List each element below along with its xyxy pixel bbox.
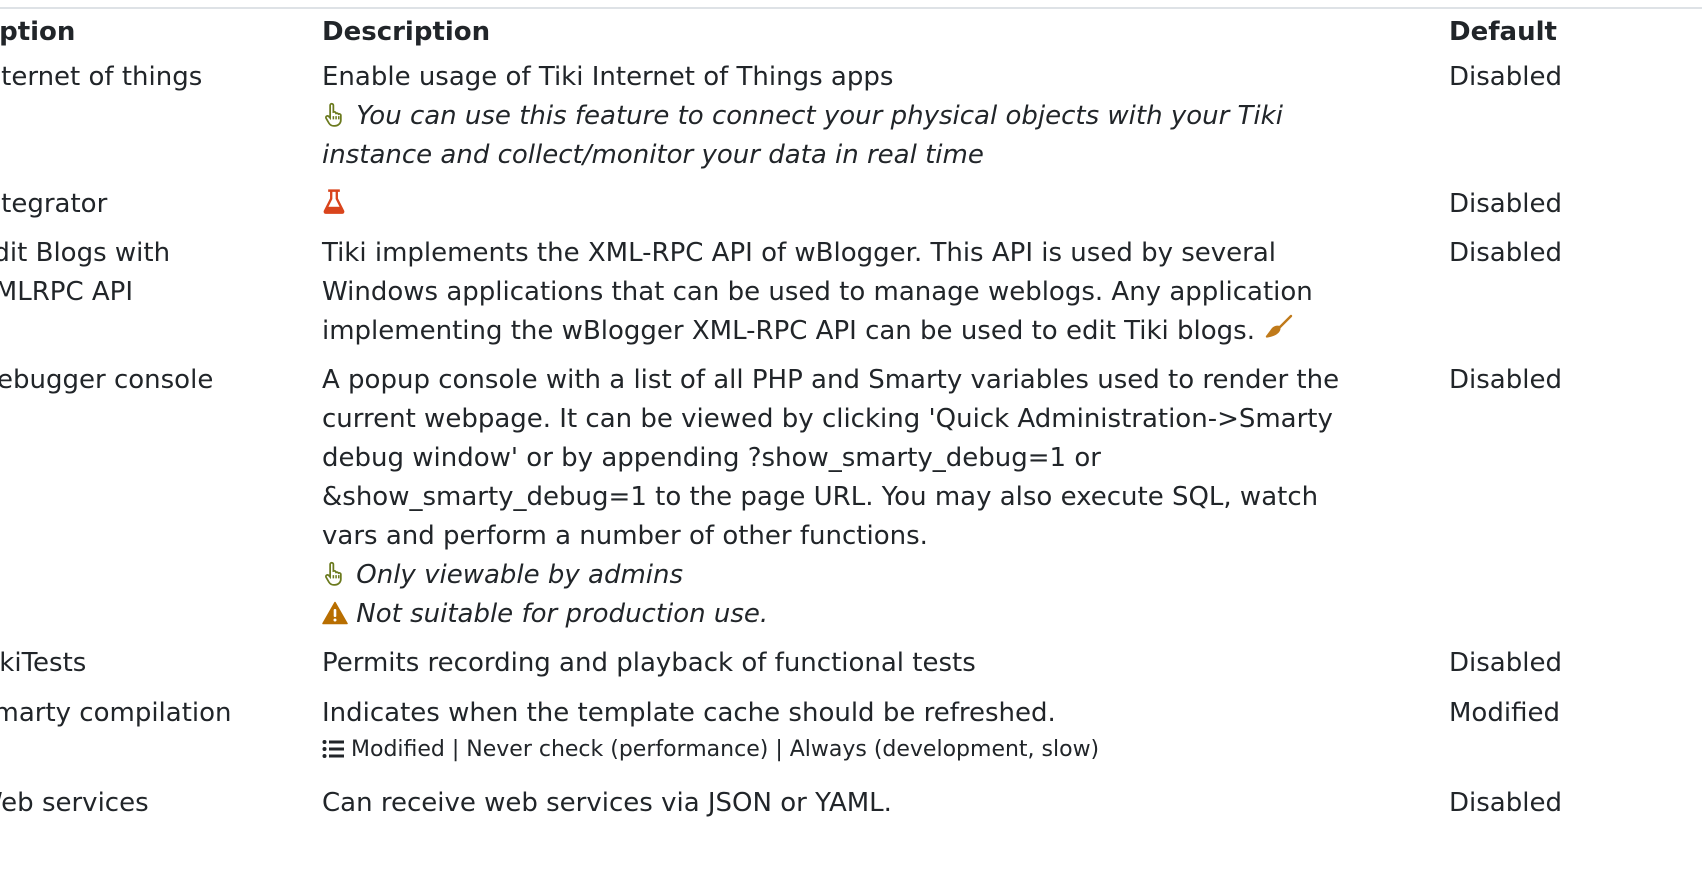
option-description: Can receive web services via JSON or YAM… [322, 788, 892, 818]
option-name-line-2: XMLRPC API [0, 277, 134, 307]
option-default: Disabled [1449, 62, 1562, 92]
table-row: Smarty compilation Indicates when the te… [0, 694, 1702, 784]
description-line: &show_smarty_debug=1 to the page URL. Yo… [322, 482, 1319, 512]
option-name: Integrator [0, 189, 108, 219]
description-line-text: implementing the wBlogger XML-RPC API ca… [322, 316, 1255, 346]
option-default: Disabled [1449, 365, 1562, 395]
header-option: Option [0, 17, 76, 47]
option-default: Modified [1449, 698, 1560, 728]
option-name-line-1: Edit Blogs with [0, 238, 171, 268]
admin-note: Only viewable by admins [322, 556, 1449, 595]
note-line-2: instance and collect/monitor your data i… [322, 140, 984, 170]
option-name: Internet of things [0, 62, 203, 92]
option-default: Disabled [1449, 788, 1562, 818]
description-line: vars and perform a number of other funct… [322, 521, 928, 551]
option-description: Permits recording and playback of functi… [322, 648, 976, 678]
table-row: TikiTests Permits recording and playback… [0, 644, 1702, 694]
description-line: A popup console with a list of all PHP a… [322, 365, 1340, 395]
table-row: Debugger console A popup console with a … [0, 361, 1702, 644]
list-icon [322, 739, 344, 759]
note-line-1: You can use this feature to connect your… [356, 101, 1283, 131]
option-default: Disabled [1449, 648, 1562, 678]
table-row: Web services Can receive web services vi… [0, 784, 1702, 834]
description-line: debug window' or by appending ?show_smar… [322, 443, 1101, 473]
pointing-hand-icon [322, 101, 348, 127]
table-header-row: Option Description Default [0, 12, 1702, 58]
table-row: Integrator Disabled [0, 185, 1702, 234]
option-default: Disabled [1449, 238, 1562, 268]
option-description: Enable usage of Tiki Internet of Things … [322, 62, 894, 92]
option-default: Disabled [1449, 189, 1562, 219]
option-description: Indicates when the template cache should… [322, 698, 1056, 728]
option-description-cell: Indicates when the template cache should… [322, 694, 1449, 767]
option-name: Smarty compilation [0, 698, 232, 728]
option-name: Edit Blogs with XMLRPC API [0, 234, 322, 312]
option-name: Web services [0, 788, 149, 818]
top-border-line [0, 7, 1702, 9]
option-note: You can use this feature to connect your… [322, 97, 1449, 175]
flask-experimental-icon [322, 187, 346, 215]
warning-note: Not suitable for production use. [322, 595, 1449, 634]
warning-note-text: Not suitable for production use. [356, 599, 769, 629]
description-line: Windows applications that can be used to… [322, 277, 1313, 307]
preferences-table: Option Description Default Internet of t… [0, 12, 1702, 834]
description-line: current webpage. It can be viewed by cli… [322, 404, 1333, 434]
header-default: Default [1449, 17, 1557, 47]
option-description-cell: A popup console with a list of all PHP a… [322, 361, 1449, 634]
description-line-last: implementing the wBlogger XML-RPC API ca… [322, 312, 1449, 351]
table-row: Internet of things Enable usage of Tiki … [0, 58, 1702, 185]
option-name: TikiTests [0, 648, 87, 678]
option-values-text: Modified | Never check (performance) | A… [351, 737, 1100, 762]
table-row: Edit Blogs with XMLRPC API Tiki implemen… [0, 234, 1702, 361]
option-description-cell [322, 185, 1449, 224]
description-line: Tiki implements the XML-RPC API of wBlog… [322, 238, 1277, 268]
option-description-cell: Enable usage of Tiki Internet of Things … [322, 58, 1449, 175]
option-values-list: Modified | Never check (performance) | A… [322, 733, 1449, 767]
admin-note-text: Only viewable by admins [356, 560, 684, 590]
option-name: Debugger console [0, 365, 214, 395]
broom-icon [1263, 314, 1293, 342]
pointing-hand-icon [322, 560, 348, 586]
option-description-cell: Tiki implements the XML-RPC API of wBlog… [322, 234, 1449, 351]
header-description: Description [322, 17, 491, 47]
warning-icon [322, 601, 348, 625]
